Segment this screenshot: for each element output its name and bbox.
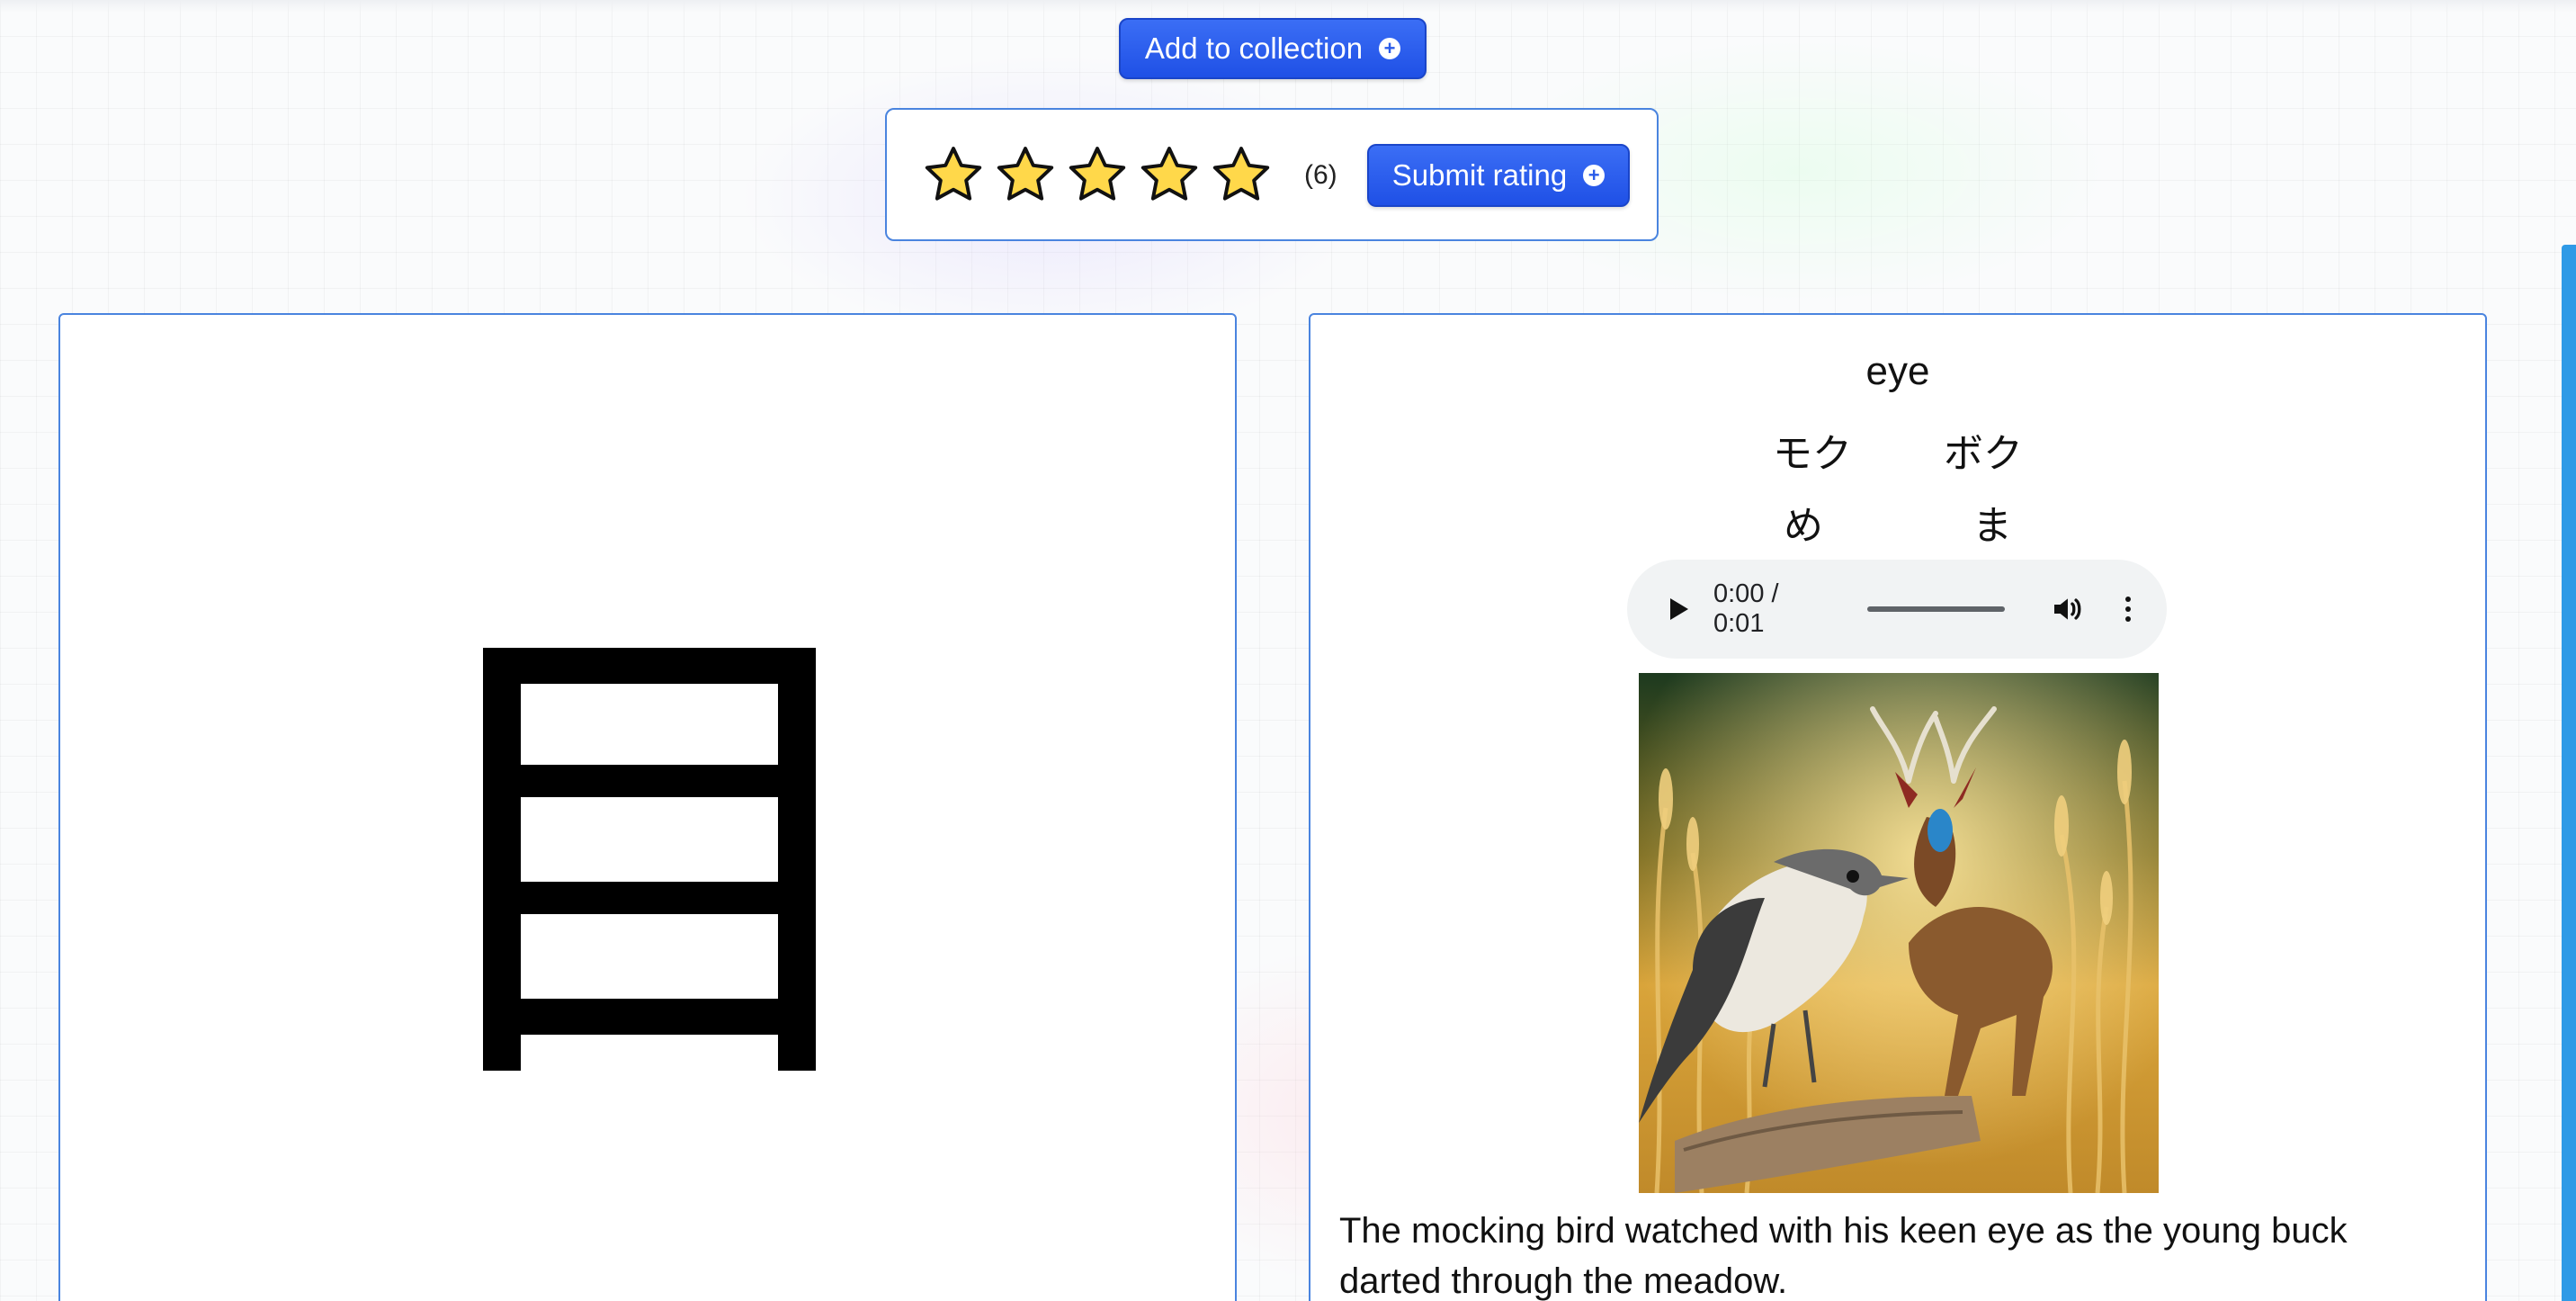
more-options-icon[interactable] xyxy=(2125,597,2131,622)
play-icon[interactable] xyxy=(1670,598,1688,620)
on-reading-1: モク xyxy=(1773,432,1852,476)
add-to-collection-button[interactable]: Add to collection + xyxy=(1119,18,1427,79)
rating-count: (6) xyxy=(1304,160,1337,190)
star-icon-5[interactable] xyxy=(1211,144,1272,205)
kanji-card-back: eye モク ボク め ま 0:00 / 0:01 The mocking bi… xyxy=(1309,313,2487,1301)
plus-circle-icon: + xyxy=(1583,165,1606,186)
on-readings: モク ボク xyxy=(1310,421,2485,479)
submit-rating-label: Submit rating xyxy=(1391,158,1568,192)
kun-reading-1: め xyxy=(1784,504,1823,548)
audio-time: 0:00 / 0:01 xyxy=(1713,579,1779,638)
audio-player[interactable]: 0:00 / 0:01 xyxy=(1627,560,2167,659)
rating-panel: (6) Submit rating + xyxy=(885,108,1659,241)
kanji-meaning: eye xyxy=(1865,349,1930,393)
scrollbar[interactable] xyxy=(2562,245,2576,1301)
star-icon-4[interactable] xyxy=(1139,144,1200,205)
star-icon-3[interactable] xyxy=(1067,144,1128,205)
kanji-card-front: 目 xyxy=(58,313,1237,1301)
audio-progress-slider[interactable] xyxy=(1866,606,2006,612)
star-rating[interactable] xyxy=(923,144,1272,205)
on-reading-2: ボク xyxy=(1944,432,2023,476)
add-to-collection-label: Add to collection xyxy=(1144,31,1364,65)
star-icon-1[interactable] xyxy=(923,144,984,205)
kun-readings: め ま xyxy=(1310,493,2485,551)
submit-rating-button[interactable]: Submit rating + xyxy=(1367,144,1630,207)
kanji-glyph: 目 xyxy=(483,648,816,1071)
mnemonic-sentence: The mocking bird watched with his keen e… xyxy=(1339,1211,2348,1301)
kun-reading-2: ま xyxy=(1972,504,2012,548)
plus-circle-icon: + xyxy=(1379,38,1401,59)
mnemonic-image xyxy=(1639,673,2159,1193)
top-bar-edge xyxy=(0,0,2576,13)
volume-icon[interactable] xyxy=(2050,591,2086,627)
star-icon-2[interactable] xyxy=(995,144,1056,205)
